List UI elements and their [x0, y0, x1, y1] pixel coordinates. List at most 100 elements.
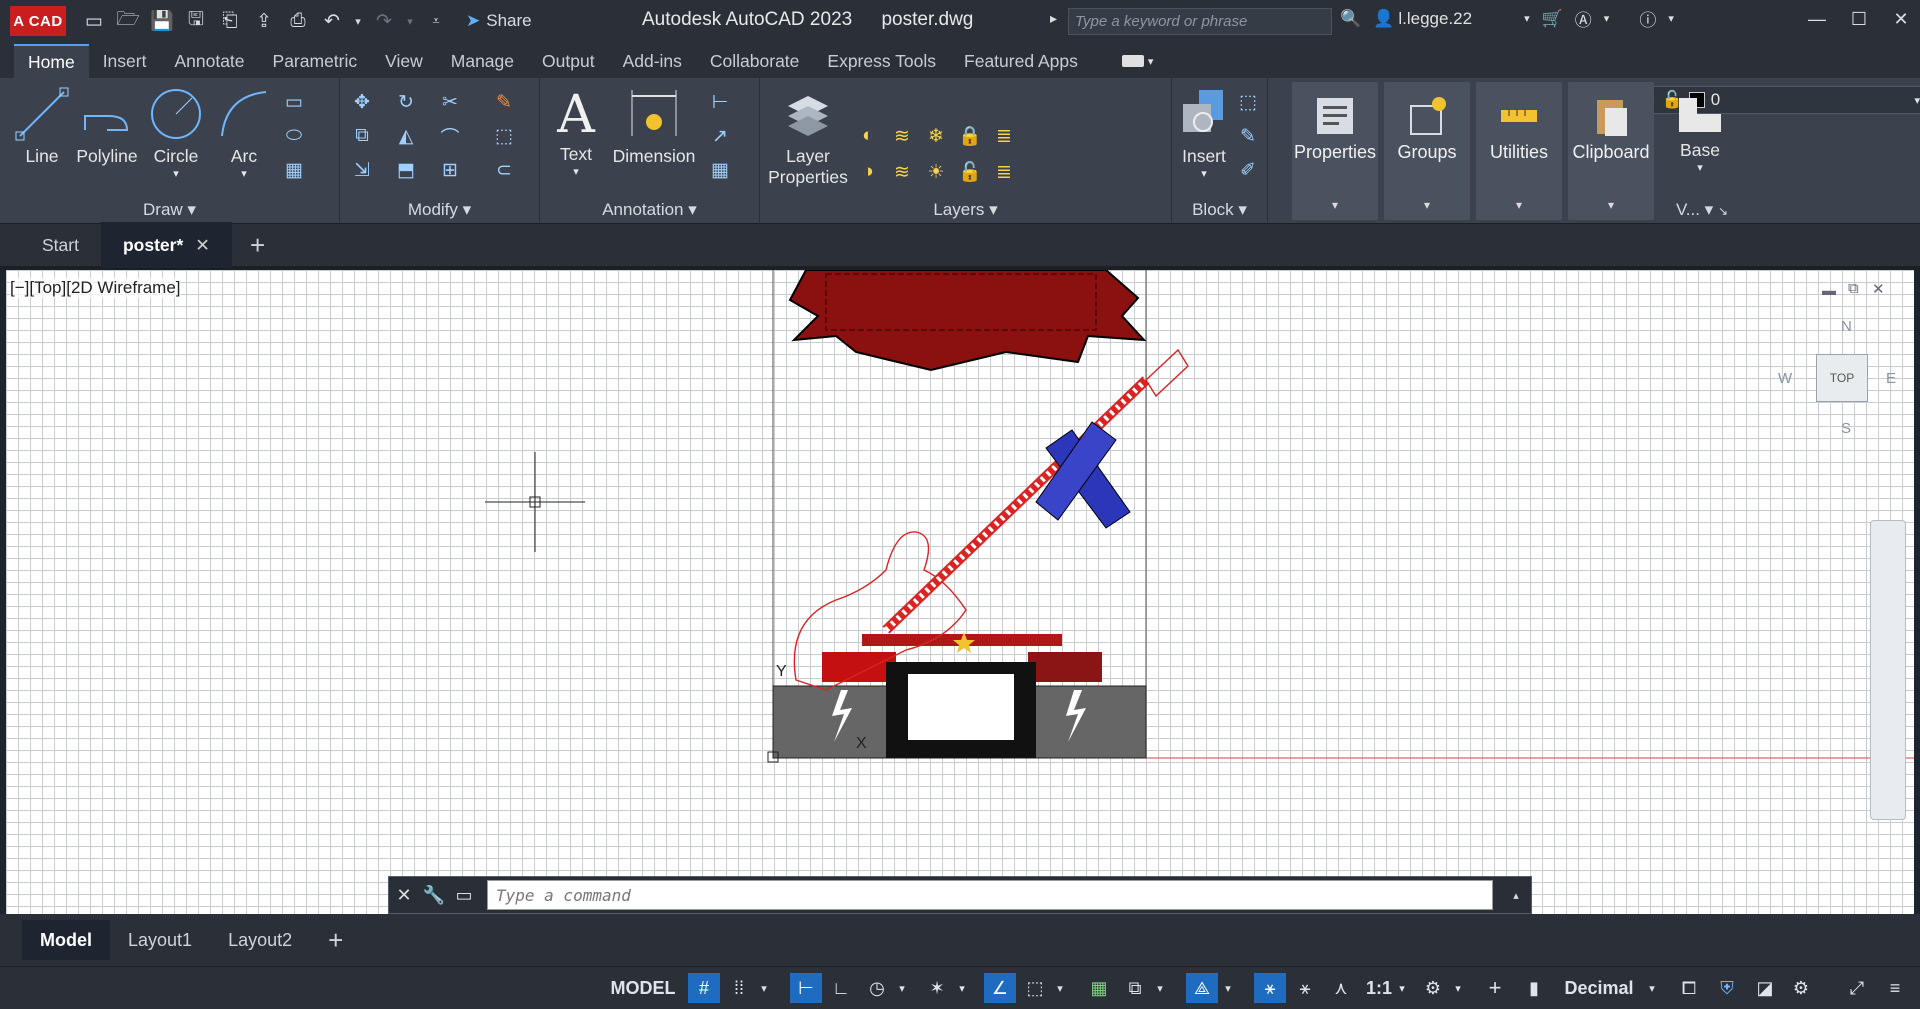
- table-icon[interactable]: ▦: [706, 156, 734, 184]
- copy-icon[interactable]: ⧉: [348, 122, 376, 150]
- array-icon[interactable]: ⊞: [436, 156, 464, 184]
- draw-panel-title[interactable]: Draw ▾: [0, 200, 339, 220]
- transparency-icon[interactable]: ⧉: [1120, 973, 1150, 1003]
- viewport-close-icon[interactable]: ✕: [1872, 280, 1885, 298]
- open-web-icon[interactable]: ⎗: [216, 7, 244, 35]
- arc-tool[interactable]: Arc ▾: [214, 86, 274, 180]
- auto-scale-icon[interactable]: ⚹: [1290, 973, 1320, 1003]
- plot-icon[interactable]: ⎙: [284, 7, 312, 35]
- layer-unisolate-icon[interactable]: ≋: [888, 158, 916, 186]
- tab-add-ins[interactable]: Add-ins: [609, 44, 696, 78]
- tab-insert[interactable]: Insert: [89, 44, 161, 78]
- polyline-tool[interactable]: Polyline: [72, 86, 142, 167]
- text-dropdown-icon[interactable]: ▾: [550, 165, 602, 178]
- minimize-button[interactable]: ―: [1800, 4, 1834, 34]
- scale-dropdown-icon[interactable]: ▾: [1394, 973, 1410, 1003]
- tab-poster[interactable]: poster* ✕: [100, 222, 232, 268]
- drawing-viewport[interactable]: [−][Top][2D Wireframe] Y X ▬ ⧉ ✕ N W E S…: [6, 270, 1914, 914]
- annotation-scale-icon[interactable]: ⋏: [1326, 973, 1356, 1003]
- tab-express-tools[interactable]: Express Tools: [813, 44, 950, 78]
- search-input[interactable]: Type a keyword or phrase: [1068, 8, 1332, 35]
- clean-screen-icon[interactable]: ⤢: [1842, 973, 1872, 1003]
- object-snap-dropdown-icon[interactable]: ▾: [1052, 973, 1068, 1003]
- edit-block-icon[interactable]: ✎: [1234, 122, 1262, 150]
- layer-unlock-all-icon[interactable]: 🔓: [956, 158, 984, 186]
- dynamic-input-icon[interactable]: ⊢: [790, 973, 822, 1003]
- cart-icon[interactable]: 🛒: [1542, 9, 1563, 29]
- layer-match-icon[interactable]: ≣: [990, 122, 1018, 150]
- help-dropdown-icon[interactable]: ▾: [1668, 12, 1674, 25]
- layer-lock-icon[interactable]: 🔒: [956, 122, 984, 150]
- insert-tool[interactable]: Insert ▾: [1176, 86, 1232, 180]
- layer-off-icon[interactable]: ◐: [854, 122, 882, 150]
- a360-dropdown-icon[interactable]: ▾: [1604, 12, 1610, 25]
- units-dropdown-icon[interactable]: ▾: [1644, 973, 1660, 1003]
- user-icon[interactable]: 👤: [1373, 9, 1394, 29]
- isodraft-dropdown-icon[interactable]: ▾: [954, 973, 970, 1003]
- circle-dropdown-icon[interactable]: ▾: [146, 167, 206, 180]
- base-view-tool[interactable]: Base ▾: [1670, 92, 1730, 174]
- erase-icon[interactable]: ✎: [490, 88, 518, 116]
- rotate-icon[interactable]: ↻: [392, 88, 420, 116]
- layer-thaw-all-icon[interactable]: ☀: [922, 158, 950, 186]
- arc-dropdown-icon[interactable]: ▾: [214, 167, 274, 180]
- viewcube-top-face[interactable]: TOP: [1816, 354, 1868, 402]
- dimension-tool[interactable]: Dimension: [608, 86, 700, 167]
- compass-south[interactable]: S: [1841, 420, 1851, 437]
- tab-collaborate[interactable]: Collaborate: [696, 44, 814, 78]
- user-dropdown-icon[interactable]: ▾: [1524, 12, 1530, 25]
- annotation-monitor-icon[interactable]: +: [1480, 973, 1510, 1003]
- save-icon[interactable]: 💾: [148, 7, 176, 35]
- workspace-dropdown-icon[interactable]: ▾: [1450, 973, 1466, 1003]
- layer-on-all-icon[interactable]: ◑: [854, 158, 882, 186]
- tab-view[interactable]: View: [371, 44, 437, 78]
- lineweight-icon[interactable]: ▦: [1084, 973, 1114, 1003]
- units-value[interactable]: Decimal: [1554, 973, 1644, 1003]
- groups-panel-button[interactable]: Groups ▾: [1384, 82, 1470, 220]
- redo-dropdown-icon[interactable]: ▾: [404, 7, 416, 35]
- compass-west[interactable]: W: [1778, 370, 1792, 387]
- tab-layout2[interactable]: Layout2: [210, 920, 310, 960]
- command-input[interactable]: Type a command: [487, 880, 1493, 910]
- autodesk-a360-icon[interactable]: Ⓐ: [1575, 6, 1592, 31]
- offset-icon[interactable]: ⊂: [490, 156, 518, 184]
- layer-freeze-icon[interactable]: ❄: [922, 122, 950, 150]
- selection-cycling-dropdown-icon[interactable]: ▾: [1152, 973, 1168, 1003]
- new-tab-button[interactable]: +: [232, 222, 283, 268]
- explode-icon[interactable]: ⬚: [490, 122, 518, 150]
- rectangle-icon[interactable]: ▭: [280, 88, 308, 116]
- tab-home[interactable]: Home: [14, 44, 89, 78]
- tab-manage[interactable]: Manage: [437, 44, 528, 78]
- linear-dim-icon[interactable]: ⊢: [706, 88, 734, 116]
- quick-properties-icon[interactable]: ⧠: [1674, 973, 1704, 1003]
- line-tool[interactable]: Line: [10, 86, 74, 167]
- user-name[interactable]: l.legge.22: [1398, 9, 1472, 29]
- tab-annotate[interactable]: Annotate: [160, 44, 258, 78]
- recent-commands-icon[interactable]: ▭: [449, 877, 479, 913]
- undo-icon[interactable]: ↶: [318, 7, 346, 35]
- edit-attributes-icon[interactable]: ✐: [1234, 156, 1262, 184]
- 3d-osnap-dropdown-icon[interactable]: ▾: [1220, 973, 1236, 1003]
- object-snap-tracking-icon[interactable]: ∠: [984, 973, 1016, 1003]
- share-button[interactable]: ➤ Share: [466, 11, 532, 31]
- customization-menu-icon[interactable]: ≡: [1880, 973, 1910, 1003]
- customize-qat-icon[interactable]: ⩡: [422, 7, 450, 35]
- redo-icon[interactable]: ↷: [370, 7, 398, 35]
- insert-dropdown-icon[interactable]: ▾: [1176, 167, 1232, 180]
- isolate-objects-icon[interactable]: ◪: [1750, 973, 1780, 1003]
- help-icon[interactable]: ⓘ: [1639, 6, 1656, 31]
- annotation-visibility-icon[interactable]: ⚹: [1254, 973, 1286, 1003]
- export-icon[interactable]: ⇪: [250, 7, 278, 35]
- close-tab-icon[interactable]: ✕: [195, 235, 210, 256]
- layer-isolate-icon[interactable]: ≋: [888, 122, 916, 150]
- circle-tool[interactable]: Circle ▾: [146, 86, 206, 180]
- customize-command-icon[interactable]: 🔧: [419, 877, 449, 913]
- model-space-toggle[interactable]: MODEL: [608, 973, 678, 1003]
- mirror-icon[interactable]: ◭: [392, 122, 420, 150]
- search-expand-icon[interactable]: ▸: [1050, 10, 1057, 27]
- maximize-button[interactable]: ☐: [1842, 4, 1876, 34]
- leader-icon[interactable]: ↗: [706, 122, 734, 150]
- open-folder-icon[interactable]: 🗁: [114, 7, 142, 35]
- snap-mode-icon[interactable]: ⁞⁞: [724, 973, 754, 1003]
- command-history-icon[interactable]: ▴: [1501, 877, 1531, 913]
